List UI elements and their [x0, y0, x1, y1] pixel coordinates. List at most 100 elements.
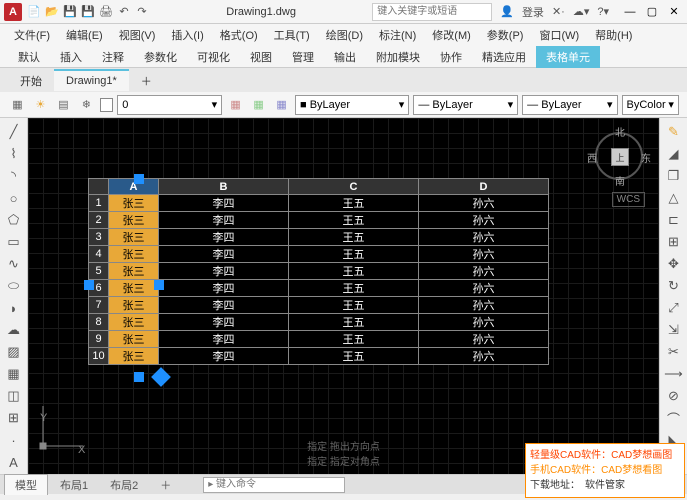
layer-icon[interactable]: ▤: [54, 95, 73, 115]
stretch-icon[interactable]: ⇲: [663, 320, 685, 340]
saveas-icon[interactable]: 💾: [80, 4, 96, 20]
open-icon[interactable]: 📂: [44, 4, 60, 20]
array-icon[interactable]: ⊞: [663, 232, 685, 252]
close-icon[interactable]: ✕: [665, 4, 683, 20]
table-row[interactable]: 5张三李四王五孙六: [89, 263, 549, 280]
table-header[interactable]: [89, 179, 109, 195]
table-header[interactable]: B: [159, 179, 289, 195]
mirror-icon[interactable]: △: [663, 188, 685, 208]
ribbon-tab[interactable]: 默认: [8, 46, 50, 68]
save-icon[interactable]: 💾: [62, 4, 78, 20]
table-tool-icon[interactable]: ⊞: [3, 408, 25, 428]
offset-icon[interactable]: ⊏: [663, 210, 685, 230]
ribbon-tab[interactable]: 协作: [430, 46, 472, 68]
spline-tool-icon[interactable]: ∿: [3, 254, 25, 274]
drawing-canvas[interactable]: 上 北 南 东 西 WCS ABCD 1张三李四王五孙六2张三李四王五孙六3张三…: [28, 118, 659, 474]
tab-add-icon[interactable]: ＋: [129, 67, 164, 93]
layers1-icon[interactable]: ▦: [226, 95, 245, 115]
table-row[interactable]: 10张三李四王五孙六: [89, 348, 549, 365]
ellipse-arc-icon[interactable]: ◗: [3, 298, 25, 318]
cloud-icon[interactable]: ☁▾: [573, 5, 590, 18]
rotate-icon[interactable]: ↻: [663, 276, 685, 296]
text-tool-icon[interactable]: A: [3, 452, 25, 472]
menu-item[interactable]: 标注(N): [373, 25, 422, 45]
break-icon[interactable]: ⊘: [663, 386, 685, 406]
hatch-tool-icon[interactable]: ▨: [3, 342, 25, 362]
revcloud-tool-icon[interactable]: ☁: [3, 320, 25, 340]
ribbon-tab[interactable]: 视图: [240, 46, 282, 68]
table-row[interactable]: 7张三李四王五孙六: [89, 297, 549, 314]
tab-drawing1[interactable]: Drawing1*: [54, 69, 129, 91]
app-icon[interactable]: A: [4, 3, 22, 21]
help-icon[interactable]: ?▾: [597, 5, 609, 18]
layer-prop-icon[interactable]: ▦: [8, 95, 27, 115]
selection-handle[interactable]: [134, 372, 144, 382]
table-row[interactable]: 3张三李四王五孙六: [89, 229, 549, 246]
table-header[interactable]: D: [419, 179, 549, 195]
region-tool-icon[interactable]: ◫: [3, 386, 25, 406]
copy-icon[interactable]: ❐: [663, 166, 685, 186]
search-input[interactable]: [372, 3, 492, 21]
menu-item[interactable]: 文件(F): [8, 25, 56, 45]
ribbon-tab[interactable]: 插入: [50, 46, 92, 68]
trim-icon[interactable]: ✂: [663, 342, 685, 362]
menu-item[interactable]: 修改(M): [426, 25, 477, 45]
erase-icon[interactable]: ◢: [663, 144, 685, 164]
bylayer-combo-2[interactable]: — ByLayer▾: [413, 95, 518, 115]
tab-add-layout-icon[interactable]: ＋: [150, 475, 181, 495]
gradient-tool-icon[interactable]: ▦: [3, 364, 25, 384]
ribbon-tab[interactable]: 精选应用: [472, 46, 536, 68]
tab-layout2[interactable]: 布局2: [100, 475, 148, 495]
maximize-icon[interactable]: ▢: [643, 4, 661, 20]
selection-handle[interactable]: [154, 280, 164, 290]
menu-item[interactable]: 视图(V): [113, 25, 162, 45]
ribbon-tab[interactable]: 附加模块: [366, 46, 430, 68]
tab-layout1[interactable]: 布局1: [50, 475, 98, 495]
view-compass[interactable]: 上 北 南 东 西: [589, 126, 649, 186]
color-swatch[interactable]: [100, 98, 113, 112]
login-link[interactable]: 登录: [522, 4, 544, 20]
bylayer-combo-3[interactable]: — ByLayer▾: [522, 95, 617, 115]
bylayer-combo-1[interactable]: ■ ByLayer▾: [295, 95, 409, 115]
polyline-tool-icon[interactable]: ⌇: [3, 144, 25, 164]
move-icon[interactable]: ✥: [663, 254, 685, 274]
tab-model[interactable]: 模型: [4, 474, 48, 495]
pencil-icon[interactable]: ✎: [663, 122, 685, 142]
table-row[interactable]: 2张三李四王五孙六: [89, 212, 549, 229]
layer-combo[interactable]: 0▾: [117, 95, 222, 115]
ribbon-tab[interactable]: 表格单元: [536, 46, 600, 68]
ribbon-tab[interactable]: 可视化: [187, 46, 240, 68]
selection-handle[interactable]: [84, 280, 94, 290]
fillet-icon[interactable]: ⌒: [663, 408, 685, 428]
exchange-icon[interactable]: ✕·: [552, 5, 565, 18]
scale-icon[interactable]: ⤢: [663, 298, 685, 318]
command-input[interactable]: [203, 477, 345, 493]
undo-icon[interactable]: ↶: [116, 4, 132, 20]
bycolor-combo[interactable]: ByColor▾: [622, 95, 679, 115]
viewcube-top[interactable]: 上: [611, 148, 629, 166]
tab-start[interactable]: 开始: [8, 67, 54, 93]
menu-item[interactable]: 插入(I): [165, 25, 209, 45]
layers2-icon[interactable]: ▦: [249, 95, 268, 115]
point-tool-icon[interactable]: ·: [3, 430, 25, 450]
ellipse-tool-icon[interactable]: ⬭: [3, 276, 25, 296]
menu-item[interactable]: 参数(P): [481, 25, 530, 45]
polygon-tool-icon[interactable]: ⬠: [3, 210, 25, 230]
table-row[interactable]: 9张三李四王五孙六: [89, 331, 549, 348]
ribbon-tab[interactable]: 注释: [92, 46, 134, 68]
circle-tool-icon[interactable]: ○: [3, 188, 25, 208]
table-row[interactable]: 8张三李四王五孙六: [89, 314, 549, 331]
table-header[interactable]: C: [289, 179, 419, 195]
line-tool-icon[interactable]: ╱: [3, 122, 25, 142]
redo-icon[interactable]: ↷: [134, 4, 150, 20]
selection-handle[interactable]: [134, 174, 144, 184]
freeze-icon[interactable]: ❄: [77, 95, 96, 115]
wcs-label[interactable]: WCS: [612, 192, 645, 207]
ribbon-tab[interactable]: 参数化: [134, 46, 187, 68]
table-row[interactable]: 1张三李四王五孙六: [89, 195, 549, 212]
layers3-icon[interactable]: ▦: [272, 95, 291, 115]
rectangle-tool-icon[interactable]: ▭: [3, 232, 25, 252]
ribbon-tab[interactable]: 管理: [282, 46, 324, 68]
menu-item[interactable]: 帮助(H): [589, 25, 638, 45]
cad-table[interactable]: ABCD 1张三李四王五孙六2张三李四王五孙六3张三李四王五孙六4张三李四王五孙…: [88, 178, 549, 365]
